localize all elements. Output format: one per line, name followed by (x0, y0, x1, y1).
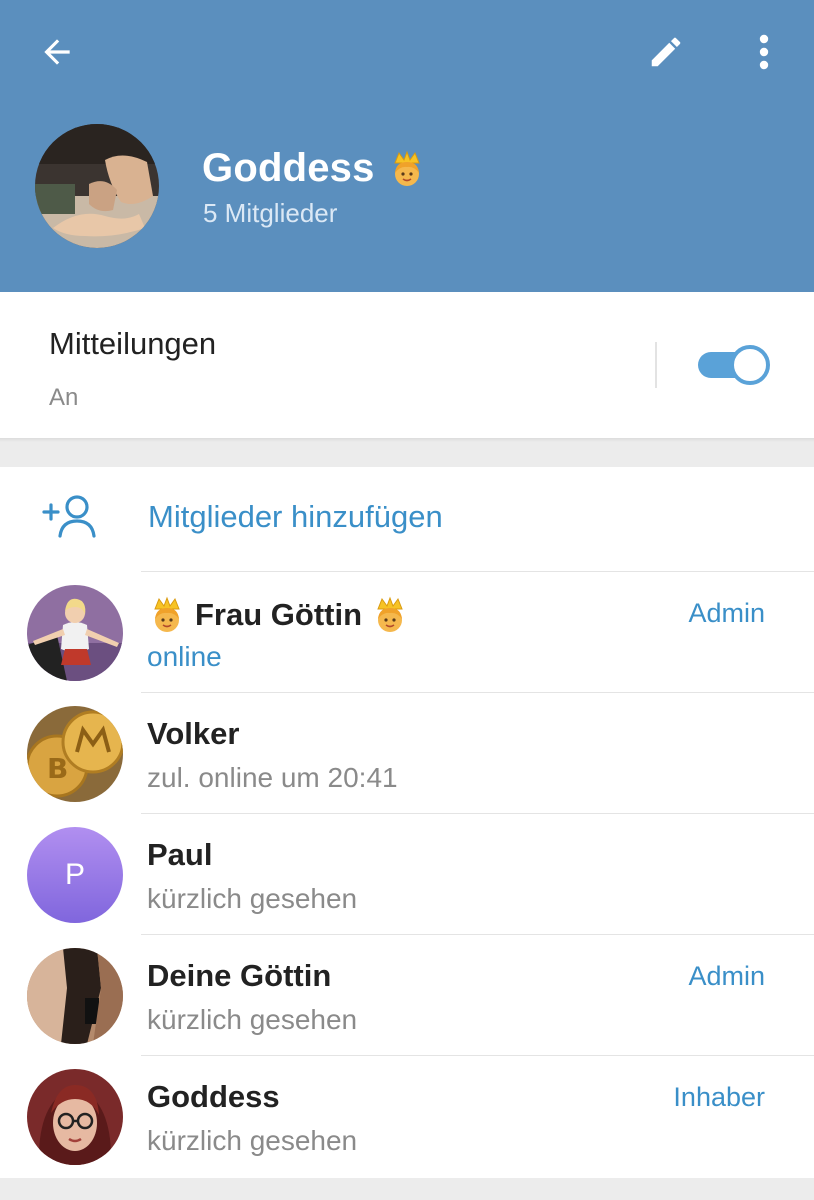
more-options-button[interactable] (734, 22, 794, 82)
member-count: 5 Mitglieder (203, 198, 338, 228)
notifications-toggle[interactable] (698, 345, 770, 385)
princess-emoji-icon (377, 596, 403, 632)
notifications-row[interactable] (0, 292, 814, 438)
member-photo: B (27, 706, 123, 802)
notifications-state: An (49, 384, 79, 411)
member-name: Volker (147, 716, 240, 751)
princess-emoji-icon (154, 596, 180, 632)
row-divider (141, 813, 814, 814)
member-name-line: Volker (147, 716, 239, 752)
avatar (27, 1069, 123, 1165)
avatar: B (27, 706, 123, 802)
member-row[interactable]: Frau Göttin online Admin (0, 571, 814, 692)
group-avatar[interactable] (35, 124, 159, 248)
member-status: kürzlich gesehen (147, 1125, 358, 1156)
avatar-initial: P (64, 858, 85, 891)
divider (655, 342, 657, 388)
toggle-knob (730, 345, 770, 385)
row-divider (141, 934, 814, 935)
arrow-left-icon (44, 39, 70, 65)
member-name: Paul (147, 837, 213, 872)
member-role-badge: Admin (688, 598, 765, 628)
member-status: kürzlich gesehen (147, 883, 358, 914)
member-role-badge: Admin (688, 961, 765, 991)
avatar (27, 585, 123, 681)
member-photo (27, 948, 123, 1044)
group-title: Goddess (202, 146, 427, 191)
row-divider (141, 692, 814, 693)
member-row[interactable]: Deine Göttin kürzlich gesehen Admin (0, 934, 814, 1055)
svg-text:B: B (47, 752, 68, 785)
notifications-label: Mitteilungen (49, 326, 217, 361)
back-button[interactable] (27, 22, 87, 82)
member-name-line: Deine Göttin (147, 958, 331, 994)
group-name: Goddess (202, 146, 375, 190)
member-photo (27, 585, 123, 681)
avatar (27, 948, 123, 1044)
pencil-icon (651, 37, 681, 67)
row-divider (141, 1055, 814, 1056)
member-photo (27, 1069, 123, 1165)
more-vertical-icon (759, 34, 769, 70)
member-name-line: Frau Göttin (147, 595, 410, 635)
member-name-line: Paul (147, 837, 212, 873)
avatar: P (27, 827, 123, 923)
group-photo (35, 124, 159, 248)
princess-emoji-icon (393, 150, 420, 186)
member-row[interactable]: P Paul kürzlich gesehen (0, 813, 814, 934)
member-row[interactable]: B Volker zul. online um 20:41 (0, 692, 814, 813)
add-user-icon (42, 495, 96, 538)
member-name: Deine Göttin (147, 958, 332, 993)
add-members-label: Mitglieder hinzufügen (148, 499, 443, 534)
member-status: zul. online um 20:41 (147, 762, 398, 793)
member-name: Goddess (147, 1079, 280, 1114)
member-name-line: Goddess (147, 1079, 280, 1115)
row-divider (141, 571, 814, 572)
section-shadow (0, 438, 814, 442)
member-row[interactable]: Goddess kürzlich gesehen Inhaber (0, 1055, 814, 1176)
member-status: kürzlich gesehen (147, 1004, 358, 1035)
member-status: online (147, 641, 222, 672)
member-role-badge: Inhaber (673, 1082, 765, 1112)
member-name: Frau Göttin (195, 597, 363, 632)
edit-button[interactable] (636, 22, 696, 82)
